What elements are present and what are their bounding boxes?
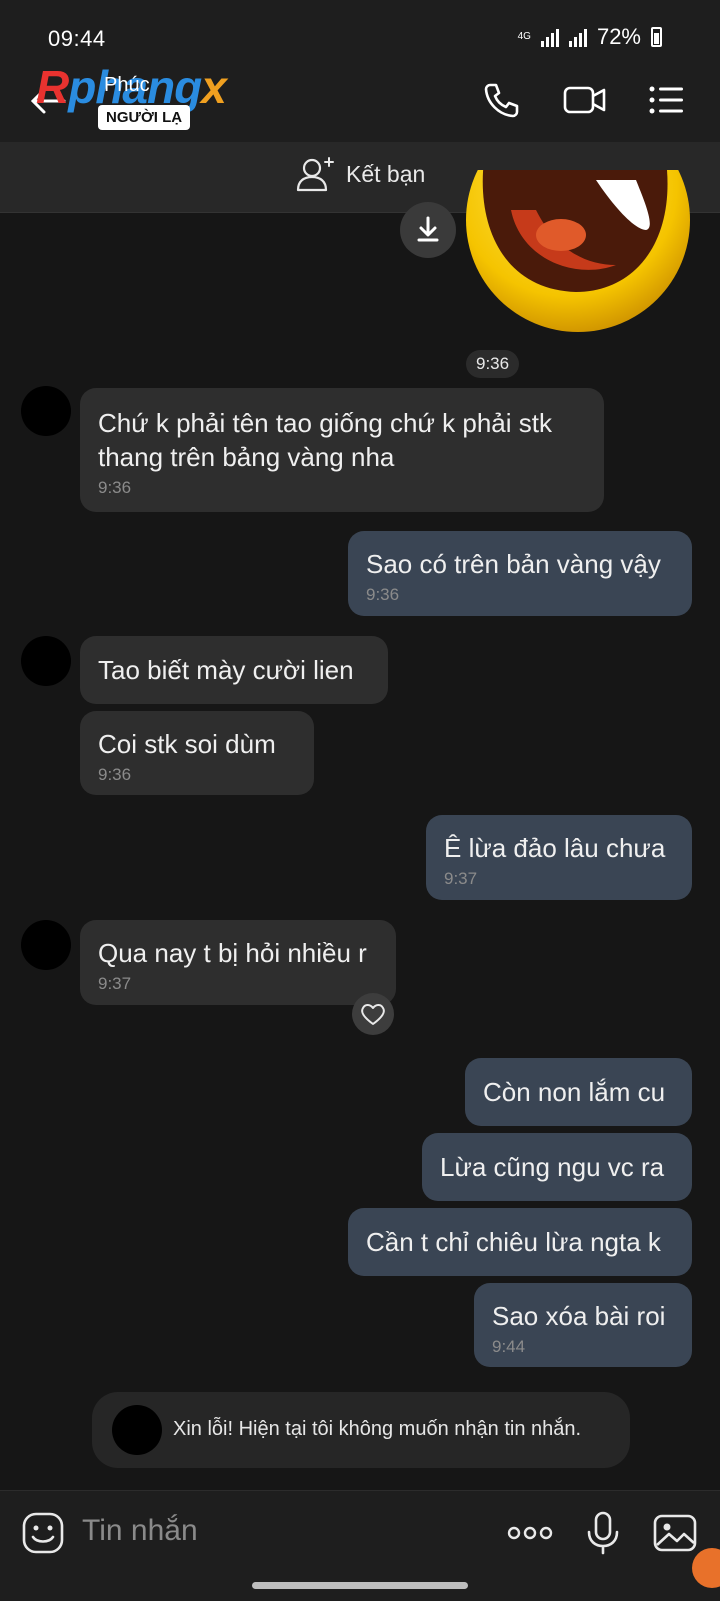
message-bubble-incoming[interactable]: Qua nay t bị hỏi nhiều r 9:37 (80, 920, 396, 1005)
message-text: thang trên bảng vàng nha (98, 442, 395, 472)
sender-avatar[interactable] (21, 636, 71, 686)
home-indicator[interactable] (252, 1582, 468, 1589)
stranger-badge: NGƯỜI LẠ (98, 105, 191, 130)
sticker-timestamp: 9:36 (466, 350, 520, 378)
message-text: Sao xóa bài roi (492, 1301, 666, 1331)
status-indicators: 4G 72% (518, 24, 662, 50)
auto-reply-text: Xin lỗi! Hiện tại tôi không muốn nhận ti… (173, 1418, 582, 1440)
message-bubble-incoming[interactable]: Coi stk soi dùm 9:36 (80, 711, 314, 795)
message-time: 9:36 (98, 478, 132, 497)
image-gallery-icon[interactable] (652, 1510, 698, 1556)
signal-icon (540, 27, 559, 47)
message-text: Còn non lắm cu (483, 1077, 666, 1107)
message-text: Ê lừa đảo lâu chưa (444, 833, 666, 863)
message-bubble-incoming[interactable]: Tao biết mày cười lien (80, 636, 388, 704)
heart-icon (361, 1004, 385, 1025)
message-time: 9:37 (444, 869, 478, 888)
sticker-emoji-icon[interactable] (20, 1510, 66, 1556)
message-bubble-outgoing[interactable]: Còn non lắm cu (465, 1058, 692, 1126)
message-text: Coi stk soi dùm (98, 729, 276, 759)
battery-percent: 72% (596, 24, 641, 49)
video-call-icon[interactable] (562, 80, 608, 120)
message-bubble-incoming[interactable]: Chứ k phải tên tao giống chứ k phải stk … (80, 388, 604, 512)
message-bubble-outgoing[interactable]: Sao xóa bài roi 9:44 (474, 1283, 692, 1367)
battery-icon (651, 27, 662, 47)
message-text: Cần t chỉ chiêu lừa ngta k (366, 1227, 661, 1257)
message-time: 9:36 (366, 585, 400, 604)
message-text: Tao biết mày cười lien (98, 655, 354, 685)
message-bubble-outgoing[interactable]: Lừa cũng ngu vc ra (422, 1133, 692, 1201)
download-icon (417, 216, 439, 242)
message-time: 9:37 (98, 974, 132, 993)
message-bubble-outgoing[interactable]: Ê lừa đảo lâu chưa 9:37 (426, 815, 692, 900)
signal-icon-2 (568, 27, 587, 47)
add-friend-button[interactable]: Kết bạn (296, 156, 425, 192)
network-type: 4G (517, 31, 531, 42)
contact-name[interactable]: Phúc (104, 74, 150, 97)
react-button[interactable] (352, 993, 394, 1035)
message-text: Qua nay t bị hỏi nhiều r (98, 938, 367, 968)
message-input[interactable]: Tin nhắn (82, 1514, 198, 1548)
menu-list-icon[interactable] (646, 80, 686, 120)
message-text: Lừa cũng ngu vc ra (440, 1152, 665, 1182)
message-time: 9:44 (492, 1337, 526, 1356)
sender-avatar[interactable] (21, 386, 71, 436)
microphone-icon[interactable] (580, 1510, 626, 1556)
message-bubble-outgoing[interactable]: Cần t chỉ chiêu lừa ngta k (348, 1208, 692, 1276)
status-time: 09:44 (48, 26, 106, 51)
laughing-emoji-sticker[interactable] (466, 170, 692, 342)
sender-avatar[interactable] (21, 920, 71, 970)
more-options-icon[interactable] (506, 1510, 554, 1556)
phone-call-icon[interactable] (482, 80, 522, 120)
message-time: 9:36 (98, 765, 132, 784)
message-text: Chứ k phải tên tao giống chứ k phải stk (98, 408, 552, 438)
add-friend-label: Kết bạn (346, 160, 426, 187)
download-button[interactable] (400, 202, 456, 258)
message-bubble-outgoing[interactable]: Sao có trên bản vàng vậy 9:36 (348, 531, 692, 616)
message-text: Sao có trên bản vàng vậy (366, 549, 661, 579)
auto-reply-avatar (112, 1405, 162, 1455)
add-friend-icon (296, 157, 334, 192)
